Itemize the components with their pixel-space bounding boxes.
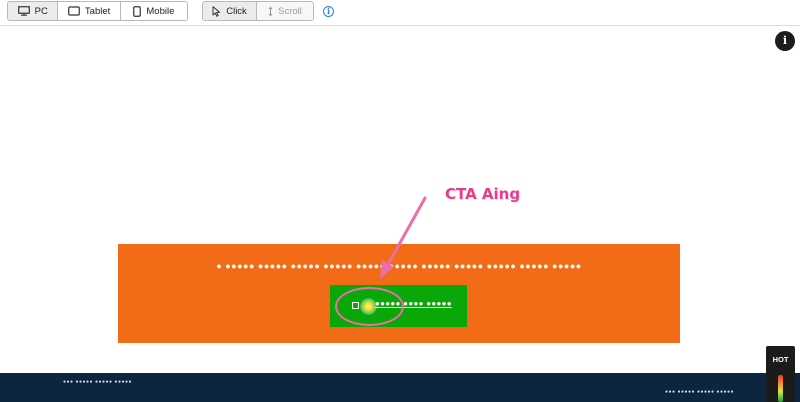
scroll-icon	[268, 6, 273, 17]
info-icon[interactable]: i	[323, 6, 334, 17]
annotation-label: CTA Aing	[445, 185, 521, 203]
device-tab-tablet[interactable]: Tablet	[58, 2, 121, 20]
device-tab-label: PC	[34, 5, 48, 17]
device-tab-label: Tablet	[84, 5, 111, 17]
device-tab-mobile[interactable]: Mobile	[121, 2, 187, 20]
mode-tab-scroll[interactable]: Scroll	[257, 2, 313, 20]
info-badge-icon[interactable]: i	[775, 31, 795, 51]
device-tab-label: Mobile	[146, 5, 175, 17]
heat-legend: HOT	[766, 346, 795, 402]
banner-text: ● ●●●●● ●●●●● ●●●●● ●●●●● ●●●●● ●●●●● ●●…	[216, 261, 582, 271]
promo-banner: ● ●●●●● ●●●●● ●●●●● ●●●●● ●●●●● ●●●●● ●●…	[118, 244, 680, 343]
mode-selector: Click Scroll	[202, 1, 314, 21]
heat-legend-label: HOT	[772, 355, 789, 364]
annotation-highlight-ellipse	[335, 287, 404, 326]
mode-tab-label: Click	[226, 5, 247, 17]
cursor-icon	[212, 5, 221, 17]
page-footer: ●●● ●●●●● ●●●●● ●●●●● ●●● ●●●●● ●●●●● ●●…	[0, 373, 800, 402]
mobile-icon	[133, 5, 142, 17]
footer-left-text: ●●● ●●●●● ●●●●● ●●●●●	[63, 379, 133, 385]
heatmap-toolbar: PC Tablet Mobile Click Scroll i	[0, 0, 800, 26]
desktop-icon	[17, 6, 30, 16]
mode-tab-label: Scroll	[278, 5, 302, 17]
footer-right-text: ●●● ●●●●● ●●●●● ●●●●●	[665, 389, 735, 395]
heat-scale-bar	[778, 375, 783, 402]
device-selector: PC Tablet Mobile	[7, 1, 188, 21]
mode-tab-click[interactable]: Click	[203, 2, 258, 20]
device-tab-pc[interactable]: PC	[8, 2, 59, 20]
tablet-icon	[68, 6, 80, 16]
